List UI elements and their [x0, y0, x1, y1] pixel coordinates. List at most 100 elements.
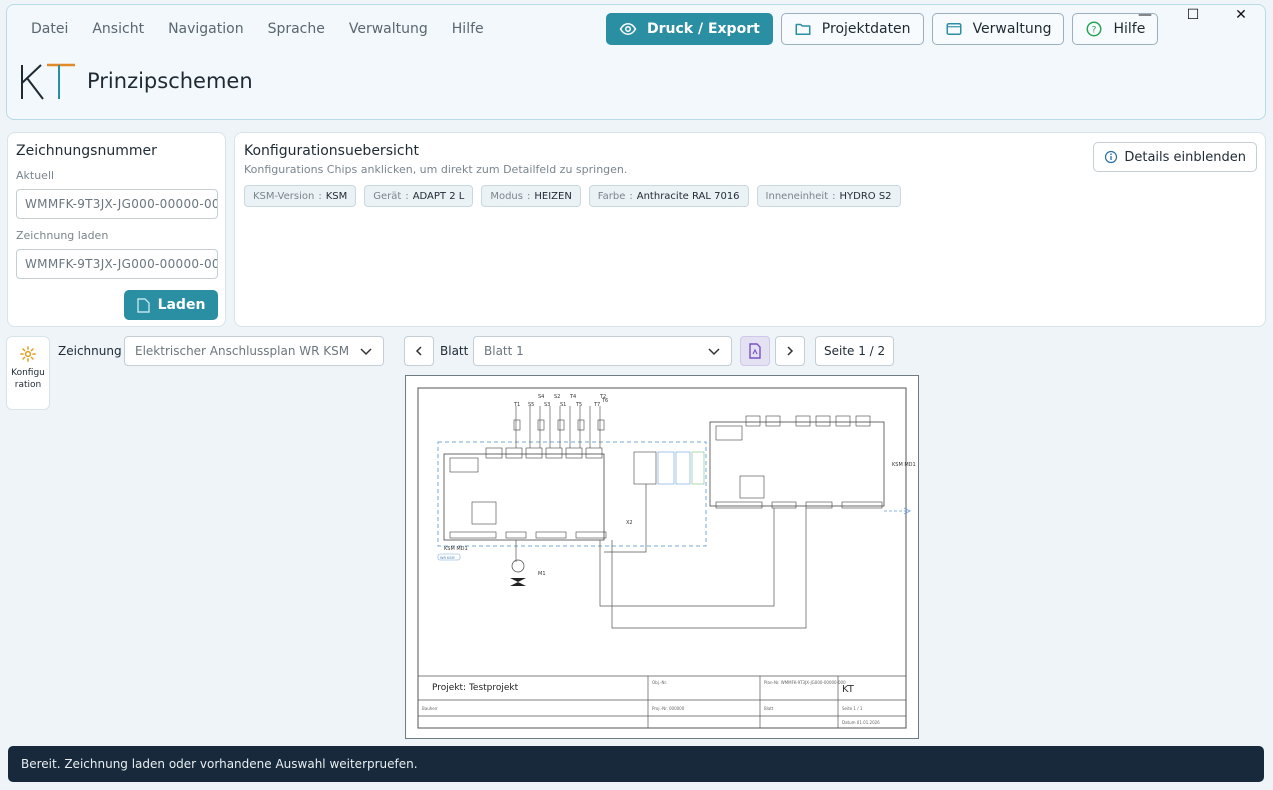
- config-overview-subtitle: Konfigurations Chips anklicken, um direk…: [244, 163, 628, 176]
- administration-button[interactable]: Verwaltung: [931, 13, 1065, 45]
- kt-logo: [21, 63, 75, 100]
- motor-label: M1: [538, 571, 546, 577]
- chip-key: Gerät: [373, 190, 402, 202]
- term-label: T6: [601, 398, 608, 404]
- chip-value: KSM: [325, 190, 348, 202]
- header-bar: Datei Ansicht Navigation Sprache Verwalt…: [6, 4, 1266, 120]
- field-plan: Plan-Nr. WMMFK-9T3JX-JG000-00000-000: [764, 680, 846, 685]
- folder-icon: [795, 23, 811, 35]
- load-button[interactable]: Laden: [124, 290, 218, 320]
- chevron-right-icon: [787, 346, 794, 356]
- field-sheet: Blatt: [764, 706, 774, 711]
- load-button-label: Laden: [157, 297, 206, 313]
- close-icon[interactable]: ✕: [1217, 5, 1265, 25]
- help-circle-icon: ?: [1086, 21, 1102, 37]
- field-datum: Datum 01.01.2026: [842, 720, 880, 725]
- drawing-toolbar: Zeichnung Elektrischer Anschlussplan WR …: [0, 336, 1273, 366]
- schematic-canvas: T1 S5 S4 S3 S2 S1 T4 T5 T2 T7 T6 X2 KSM …: [417, 387, 916, 729]
- x2-label: X2: [626, 520, 633, 526]
- eye-icon: [619, 22, 637, 36]
- chevron-left-icon: [415, 346, 422, 356]
- current-drawing-field[interactable]: WMMFK-9T3JX-JG000-00000-000: [16, 189, 218, 219]
- sheet-select[interactable]: Blatt 1: [473, 336, 732, 366]
- file-icon: [136, 297, 150, 313]
- drawing-sheet[interactable]: T1 S5 S4 S3 S2 S1 T4 T5 T2 T7 T6 X2 KSM …: [405, 375, 919, 739]
- menu-sprache[interactable]: Sprache: [268, 21, 325, 37]
- menu-datei[interactable]: Datei: [31, 21, 68, 37]
- chip-value: Anthracite RAL 7016: [636, 190, 740, 202]
- configuration-label: Konfiguration: [11, 368, 45, 390]
- details-button-label: Details einblenden: [1124, 149, 1246, 165]
- pdf-button[interactable]: [740, 336, 770, 366]
- field-bauherr: Bauherr: [422, 706, 438, 711]
- small-tag: WR KSM: [440, 556, 455, 560]
- top-actions: Druck / Export Projektdaten Verwaltung ?…: [606, 13, 1159, 45]
- details-button[interactable]: Details einblenden: [1093, 142, 1257, 172]
- page-indicator: Seite 1 / 2: [815, 336, 895, 366]
- chevron-down-icon: [708, 348, 720, 356]
- term-label: T5: [575, 402, 582, 408]
- project-data-button[interactable]: Projektdaten: [780, 13, 924, 45]
- minimize-icon[interactable]: —: [1121, 5, 1169, 25]
- chip-ksm-version[interactable]: KSM-Version: KSM: [244, 185, 357, 207]
- project-data-label: Projektdaten: [821, 21, 911, 37]
- chip-key: KSM-Version: [253, 190, 315, 202]
- chip-farbe[interactable]: Farbe: Anthracite RAL 7016: [588, 185, 749, 207]
- chip-key: Farbe: [597, 190, 626, 202]
- app-title: Prinzipschemen: [87, 69, 253, 93]
- status-text: Bereit. Zeichnung laden oder vorhandene …: [21, 757, 418, 771]
- next-sheet-button[interactable]: [775, 336, 805, 366]
- field-obj: Obj.-Nr.: [652, 680, 667, 685]
- drawing-select[interactable]: Elektrischer Anschlussplan WR KSM: [124, 336, 384, 366]
- menu-hilfe[interactable]: Hilfe: [452, 21, 484, 37]
- mini-logo: KT: [842, 684, 855, 695]
- term-label: S5: [528, 402, 534, 408]
- chip-sep: :: [832, 190, 836, 202]
- chip-sep: :: [318, 190, 322, 202]
- menu-bar: Datei Ansicht Navigation Sprache Verwalt…: [31, 21, 484, 37]
- chip-geraet[interactable]: Gerät: ADAPT 2 L: [364, 185, 474, 207]
- right-module-label: KSM MD1: [892, 462, 916, 468]
- chip-sep: :: [405, 190, 409, 202]
- print-export-button[interactable]: Druck / Export: [606, 13, 773, 45]
- term-label: S1: [560, 402, 566, 408]
- sheet-select-value: Blatt 1: [484, 344, 524, 358]
- chip-key: Inneneinheit: [765, 190, 829, 202]
- left-module-label: KSM MD1: [444, 546, 468, 552]
- config-overview-panel: Konfigurationsuebersicht Konfigurations …: [234, 132, 1266, 327]
- project-name: Projekt: Testprojekt: [432, 683, 519, 693]
- print-export-label: Druck / Export: [647, 21, 760, 37]
- maximize-icon[interactable]: ☐: [1169, 5, 1217, 25]
- prev-sheet-button[interactable]: [404, 336, 434, 366]
- config-overview-heading: Konfigurationsuebersicht: [244, 143, 419, 159]
- window-icon: [946, 23, 962, 35]
- administration-label: Verwaltung: [972, 21, 1052, 37]
- menu-navigation[interactable]: Navigation: [168, 21, 244, 37]
- drawing-number-panel: Zeichnungsnummer Aktuell WMMFK-9T3JX-JG0…: [7, 132, 226, 327]
- field-proj: Proj.-Nr. 000000: [652, 706, 685, 711]
- term-label: T1: [513, 402, 520, 408]
- window-controls: — ☐ ✕: [1121, 5, 1265, 25]
- info-icon: [1105, 150, 1118, 164]
- svg-text:?: ?: [1092, 25, 1097, 35]
- chip-key: Modus: [490, 190, 523, 202]
- load-drawing-label: Zeichnung laden: [16, 229, 109, 242]
- status-bar: Bereit. Zeichnung laden oder vorhandene …: [8, 746, 1264, 782]
- drawing-label: Zeichnung: [58, 344, 122, 358]
- menu-verwaltung[interactable]: Verwaltung: [349, 21, 428, 37]
- chip-value: ADAPT 2 L: [412, 190, 465, 202]
- chip-value: HEIZEN: [534, 190, 572, 202]
- current-label: Aktuell: [16, 169, 55, 182]
- chevron-down-icon: [360, 348, 372, 356]
- chip-sep: :: [629, 190, 633, 202]
- load-drawing-input[interactable]: WMMFK-9T3JX-JG000-00000-000: [16, 249, 218, 279]
- menu-ansicht[interactable]: Ansicht: [92, 21, 144, 37]
- term-label: T7: [593, 402, 600, 408]
- term-label: S4: [538, 394, 544, 400]
- chip-modus[interactable]: Modus: HEIZEN: [481, 185, 581, 207]
- term-label: T4: [569, 394, 576, 400]
- term-label: S3: [544, 402, 550, 408]
- chip-inneneinheit[interactable]: Inneneinheit: HYDRO S2: [756, 185, 901, 207]
- drawing-number-heading: Zeichnungsnummer: [16, 143, 157, 159]
- sheet-label: Blatt: [440, 344, 469, 358]
